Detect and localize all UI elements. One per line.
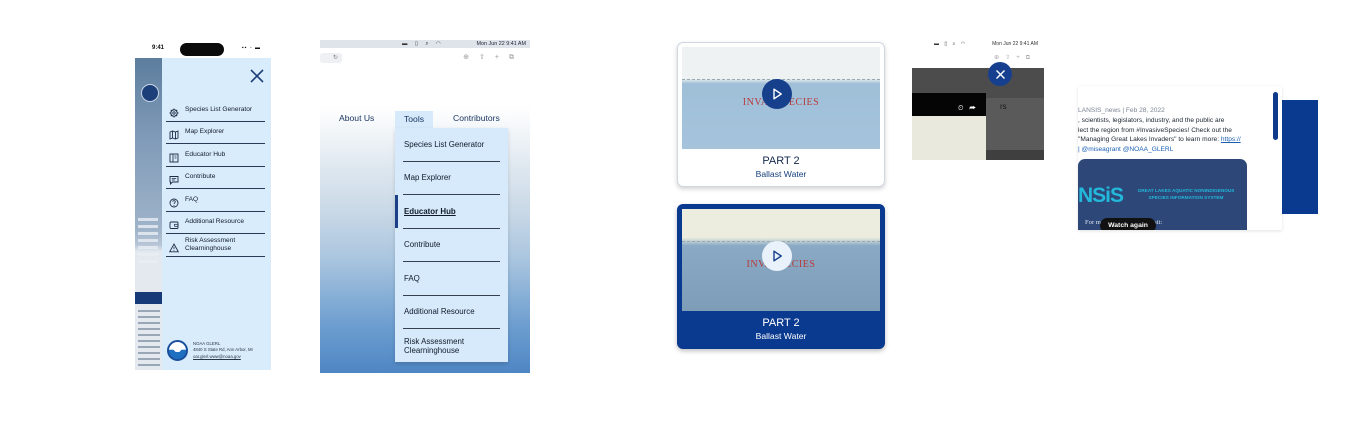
url-bar[interactable]: ↻ — [320, 53, 342, 63]
nsis-logo: NSiS — [1078, 184, 1124, 207]
menu-item-label: Map Explorer — [185, 128, 225, 136]
footer-email-link[interactable]: oar.glerl.www@noaa.gov — [193, 354, 253, 360]
dropdown-item-species-list-generator[interactable]: Species List Generator — [403, 128, 500, 162]
menu-item-map-explorer[interactable]: Map Explorer — [166, 122, 265, 144]
menu-item-risk-assessment[interactable]: Risk Assessment Clearninghouse — [166, 234, 265, 257]
menu-item-label: Educator Hub — [185, 150, 226, 158]
menu-footer: NOAA GLERL 4840 S State Rd, Ann Arbor, M… — [167, 340, 267, 364]
menu-item-label: Contribute — [185, 173, 216, 181]
post-line: lect the region from #InvasiveSpecies! C… — [1078, 126, 1232, 134]
dynamic-island — [180, 43, 224, 56]
book-icon — [169, 150, 179, 163]
menu-list: Species List Generator Map Explorer Educ… — [166, 99, 265, 257]
menu-item-label: FAQ — [185, 195, 199, 203]
footer-street: 4840 S State Rd, Ann Arbor, MI — [193, 347, 253, 353]
menu-item-label: Additional Resource — [185, 218, 245, 226]
status-icons: ▪▪ ◦ ▬ — [241, 45, 261, 51]
gear-icon — [169, 105, 179, 118]
close-icon[interactable] — [249, 68, 265, 84]
post-line: "Managing Great Lakes Invaders" to learn… — [1078, 135, 1268, 145]
status-datetime: Mon Jun 22 9:41 AM — [476, 41, 526, 47]
background-text — [138, 218, 158, 267]
scrollbar[interactable] — [1273, 92, 1278, 140]
video-subtitle: Ballast Water — [755, 169, 807, 179]
video-subtitle: Ballast Water — [755, 331, 807, 341]
menu-item-faq[interactable]: FAQ — [166, 189, 265, 212]
status-icons: ▬ ▯ ⌕ ◠ — [402, 41, 444, 47]
post-line-text: "Managing Great Lakes Invaders" to learn… — [1078, 136, 1220, 144]
dropdown-item-map-explorer[interactable]: Map Explorer — [403, 162, 500, 195]
footer-address: NOAA GLERL 4840 S State Rd, Ann Arbor, M… — [193, 341, 253, 360]
status-bar: ▬ ▯ ⌕ ◠ Mon Jun 22 9:41 AM — [320, 40, 530, 48]
video-card-selected[interactable]: INVASI ECIES PART 2 Ballast Water — [677, 204, 885, 349]
menu-item-species-list-generator[interactable]: Species List Generator — [166, 99, 265, 122]
status-time: 9:41 — [152, 45, 165, 51]
menu-item-contribute[interactable]: Contribute — [166, 167, 265, 189]
social-post: LANSIS_news | Feb 28, 2022 , scientists,… — [1078, 86, 1282, 230]
dropdown-item-risk-assessment[interactable]: Risk Assessment Clearninghouse — [403, 329, 500, 363]
noaa-logo — [167, 340, 188, 361]
help-icon — [169, 195, 179, 208]
dropdown-item-contribute[interactable]: Contribute — [403, 229, 500, 262]
nav-tools[interactable]: Tools — [395, 111, 433, 128]
menu-item-label: Species List Generator — [185, 105, 253, 113]
status-bar: 9:41 ▪▪ ◦ ▬ — [135, 40, 271, 58]
toolbar-icons[interactable]: ⊕⇧+⧉ — [994, 54, 1036, 62]
dropdown-item-faq[interactable]: FAQ — [403, 262, 500, 296]
tablet-screen: ▬ ▯ ⌕ ◠ Mon Jun 22 9:41 AM ↻ ⊕⇧+⧉ About … — [320, 40, 530, 373]
status-bar: ▬ ▯ ⌕ ◠ Mon Jun 22 9:41 AM — [912, 38, 1044, 50]
play-icon[interactable] — [762, 241, 792, 271]
noaa-logo-background — [141, 84, 159, 102]
browser-toolbar: ↻ ⊕⇧+⧉ — [320, 50, 530, 64]
dropdown-item-additional-resource[interactable]: Additional Resource — [403, 296, 500, 329]
post-link[interactable]: https:// — [1221, 136, 1241, 143]
post-mentions[interactable]: | @miseagrant @NOAA_GLERL — [1078, 145, 1268, 155]
menu-item-additional-resource[interactable]: Additional Resource — [166, 212, 265, 234]
post-body: , scientists, legislators, industry, and… — [1078, 116, 1268, 154]
message-icon — [169, 172, 179, 186]
tools-dropdown: Species List Generator Map Explorer Educ… — [395, 128, 508, 362]
phone-background — [135, 58, 165, 370]
watch-again-button[interactable]: Watch again — [1100, 218, 1156, 230]
menu-item-educator-hub[interactable]: Educator Hub — [166, 144, 265, 167]
background-band — [135, 292, 165, 304]
close-icon[interactable] — [988, 62, 1012, 86]
nav-about-us[interactable]: About Us — [339, 113, 374, 123]
play-icon[interactable] — [762, 79, 792, 109]
video-controls-icon[interactable]: ⏲ ➦ — [958, 105, 978, 113]
warning-icon — [168, 240, 180, 252]
menu-item-label: Risk Assessment Clearninghouse — [185, 237, 236, 252]
video-title: PART 2 — [762, 317, 800, 329]
video-card-default[interactable]: INVASIV ECIES PART 2 Ballast Water — [677, 42, 885, 187]
map-icon — [169, 127, 179, 140]
video-player-screen: ▬ ▯ ⌕ ◠ Mon Jun 22 9:41 AM ⊕⇧+⧉ rs ⏲ ➦ — [912, 38, 1044, 160]
card-text: For m — [1085, 219, 1101, 226]
post-line: , scientists, legislators, industry, and… — [1078, 117, 1225, 124]
video-title: PART 2 — [762, 155, 800, 167]
background-paragraph — [138, 310, 160, 370]
mobile-menu: Species List Generator Map Explorer Educ… — [162, 58, 271, 370]
accent-block — [1282, 100, 1318, 214]
status-icons: ▬ ▯ ⌕ ◠ — [934, 41, 968, 47]
video-frame: rs ⏲ ➦ — [912, 68, 1044, 160]
nav-contributors[interactable]: Contributors — [453, 113, 500, 123]
wallet-icon — [169, 217, 179, 230]
post-meta: LANSIS_news | Feb 28, 2022 — [1078, 107, 1165, 114]
video-partial-text: rs — [1000, 102, 1007, 111]
nsis-tagline: GREAT LAKES AQUATIC NONINDIGENOUS SPECIE… — [1137, 188, 1235, 200]
phone-screen: 9:41 ▪▪ ◦ ▬ Species List Generator Map E… — [135, 40, 271, 370]
status-datetime: Mon Jun 22 9:41 AM — [992, 41, 1038, 47]
dropdown-item-educator-hub[interactable]: Educator Hub — [395, 195, 500, 229]
toolbar-icons[interactable]: ⊕⇧+⧉ — [463, 53, 524, 62]
top-nav: About Us Tools Contributors — [320, 111, 530, 128]
